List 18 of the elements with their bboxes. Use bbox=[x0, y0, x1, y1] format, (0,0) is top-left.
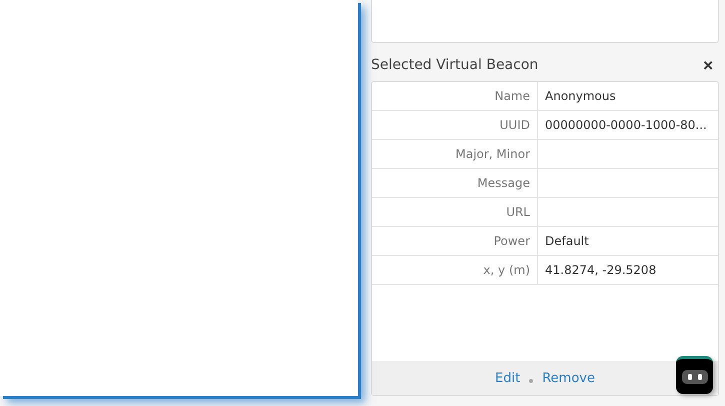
field-label: Major, Minor bbox=[372, 140, 538, 168]
field-value: 00000000-0000-1000-80... bbox=[545, 118, 707, 132]
field-label: x, y (m) bbox=[372, 256, 538, 284]
field-label: Message bbox=[372, 169, 538, 197]
panel-title: Selected Virtual Beacon bbox=[371, 57, 538, 73]
field-label: Power bbox=[372, 227, 538, 255]
field-value: 41.8274, -29.5208 bbox=[545, 263, 656, 277]
close-button[interactable]: × bbox=[703, 56, 719, 74]
robot-face-icon bbox=[682, 370, 708, 384]
field-value: Anonymous bbox=[545, 89, 616, 103]
field-value: Default bbox=[545, 234, 589, 248]
field-label: URL bbox=[372, 198, 538, 226]
field-label: Name bbox=[372, 82, 538, 110]
action-link[interactable]: Edit bbox=[495, 370, 520, 386]
action-link[interactable]: Remove bbox=[542, 370, 595, 386]
chat-widget-button[interactable] bbox=[676, 356, 713, 394]
field-label: UUID bbox=[372, 111, 538, 139]
separator-dot bbox=[529, 379, 534, 383]
